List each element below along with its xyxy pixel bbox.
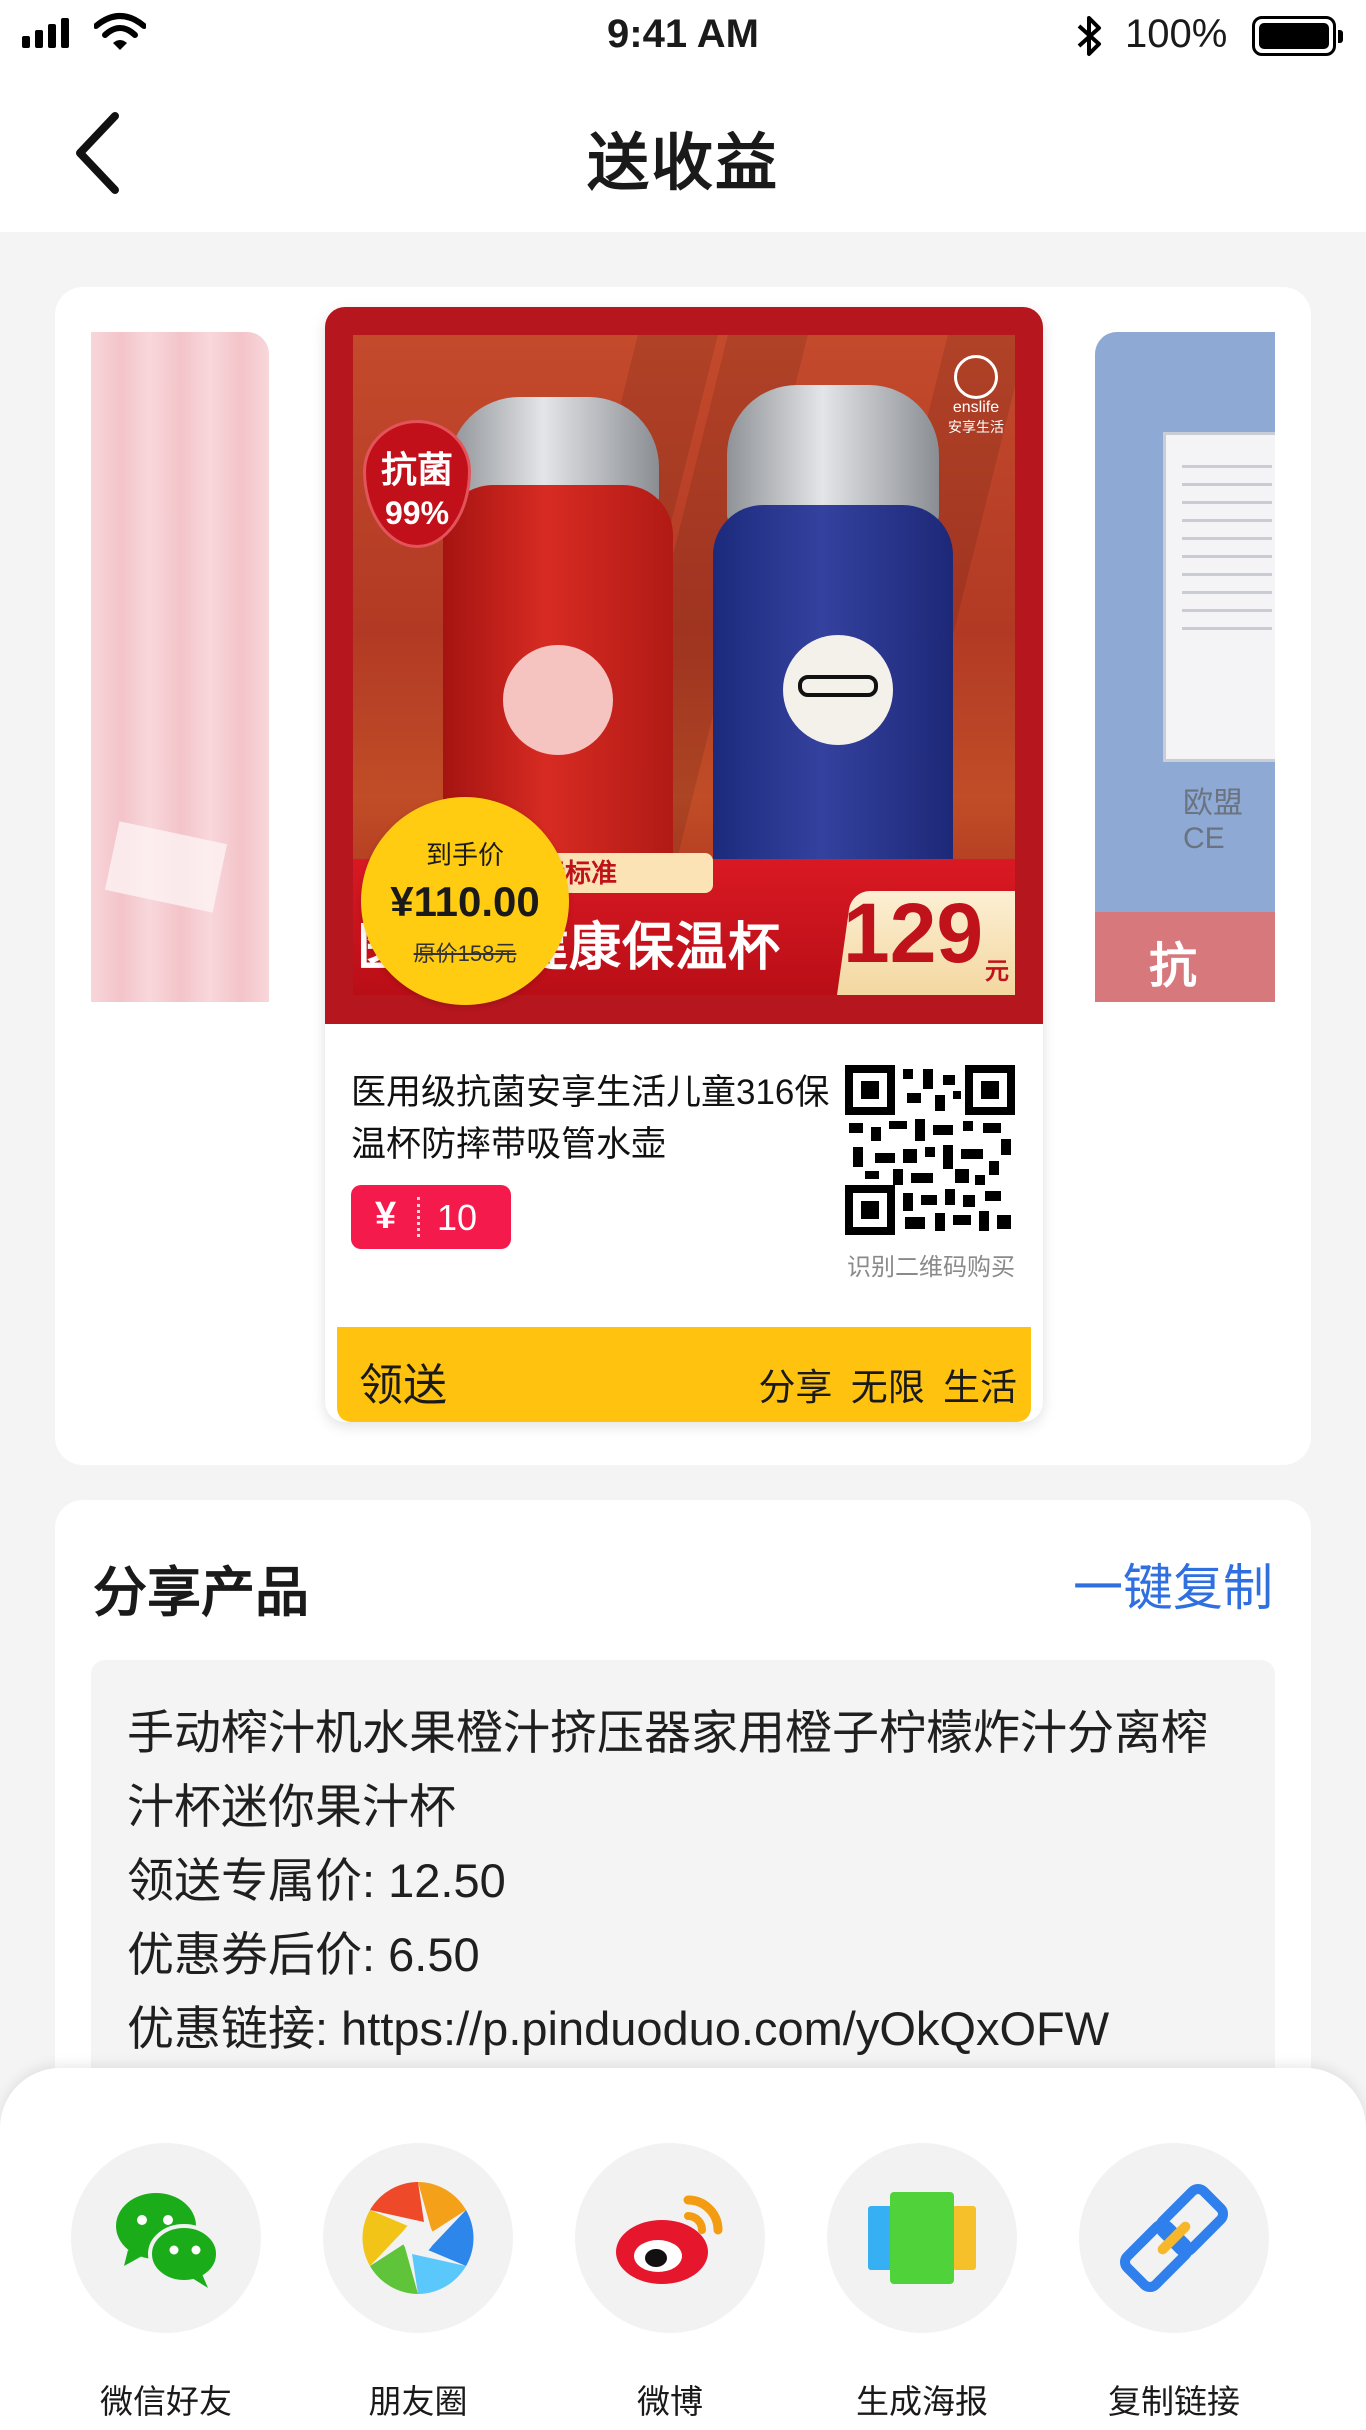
next-poster-preview[interactable]: 欧盟CE 抗 菌 <box>1095 332 1275 1002</box>
antibacterial-badge: 抗菌 99% <box>363 420 471 548</box>
qr-code <box>845 1065 1015 1235</box>
share-text-line: 优惠券后价: 6.50 <box>127 1928 480 1981</box>
footer-slogan: 分享 无限 生活 <box>758 1367 1017 1408</box>
page-title: 送收益 <box>586 129 779 198</box>
pig-illustration <box>503 645 613 755</box>
copy-link-button[interactable]: 复制链接 <box>1074 2143 1274 2423</box>
brand-logo: enslife 安享生活 <box>943 355 1009 437</box>
battery-icon <box>1252 16 1343 56</box>
battery-percentage: 100% <box>1125 12 1228 56</box>
poster-list-price: 129 <box>843 886 984 980</box>
poster-footer: 领送 分享 无限 生活 <box>337 1327 1031 1422</box>
weibo-icon <box>616 2195 723 2284</box>
share-option-label: 复制链接 <box>1108 2383 1240 2420</box>
share-option-label: 朋友圈 <box>368 2383 468 2420</box>
coupon-currency: ¥ <box>375 1195 397 1237</box>
final-price-value: ¥110.00 <box>390 878 540 925</box>
status-bar: 9:41 AM 100% <box>0 0 1366 72</box>
poster-carousel[interactable]: 欧盟CE 抗 菌 enslife 安享生活 <box>55 287 1311 1465</box>
share-text-line: 手动榨汁机水果橙汁挤压器家用橙子柠檬炸汁分离榨汁杯迷你果汁杯 <box>127 1706 1208 1833</box>
prev-poster-preview[interactable] <box>91 332 269 1002</box>
coupon-amount: 10 <box>437 1197 478 1238</box>
share-sheet: 微信好友 朋友圈 微博 生成海报 复制链接 <box>0 2068 1366 2430</box>
next-poster-banner-text: 抗 菌 <box>1149 940 1206 993</box>
copy-all-button[interactable]: 一键复制 <box>1073 1548 1273 1620</box>
share-option-label: 微博 <box>637 2383 703 2420</box>
share-text-line: 优惠链接: https://p.pinduoduo.com/yOkQxOFW <box>127 2002 1110 2055</box>
poster-icon <box>868 2192 976 2284</box>
poster-price-unit: 元 <box>985 958 1009 985</box>
generate-poster-button[interactable]: 生成海报 <box>822 2143 1022 2423</box>
wechat-icon <box>116 2193 220 2288</box>
final-price-label: 到手价 <box>425 840 504 870</box>
final-price-badge: 到手价 ¥110.00 原价158元 <box>361 797 569 1005</box>
footer-brand: 领送 <box>359 1361 447 1410</box>
share-option-label: 微信好友 <box>100 2383 232 2420</box>
bluetooth-icon <box>1077 16 1101 56</box>
product-info: 医用级抗菌安享生活儿童316保温杯防摔带吸管水壶 ¥ 10 识别二维码购买 <box>337 1037 1031 1317</box>
share-text-line: 领送专属价: 12.50 <box>127 1854 506 1907</box>
share-option-label: 生成海报 <box>856 2383 988 2420</box>
product-poster[interactable]: enslife 安享生活 抗菌 99% 国际标准 医用级健康保温杯 129 元 … <box>325 307 1043 1422</box>
nav-bar: 送收益 <box>0 72 1366 232</box>
link-icon <box>1119 2183 1229 2293</box>
share-section-title: 分享产品 <box>93 1563 309 1623</box>
qr-caption: 识别二维码购买 <box>847 1254 1015 1281</box>
product-title: 医用级抗菌安享生活儿童316保温杯防摔带吸管水壶 <box>351 1073 830 1164</box>
coupon-badge: ¥ 10 <box>351 1185 511 1249</box>
certificate-label: 欧盟CE <box>1183 787 1243 855</box>
share-weibo-button[interactable]: 微博 <box>570 2143 770 2423</box>
share-wechat-button[interactable]: 微信好友 <box>66 2143 266 2423</box>
moments-icon <box>362 2182 474 2294</box>
share-moments-button[interactable]: 朋友圈 <box>318 2143 518 2423</box>
original-price: 原价158元 <box>413 941 517 966</box>
